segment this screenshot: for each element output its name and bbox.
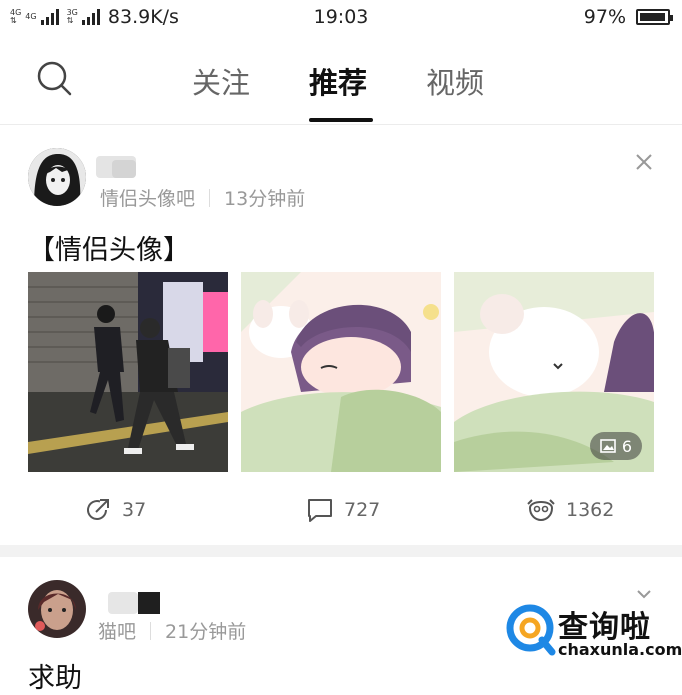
avatar[interactable] [28,580,86,638]
username-redacted [108,592,138,614]
comment-count: 727 [344,499,381,521]
avatar-image [28,148,86,206]
post-actions: 37 727 1362 [0,490,682,530]
street-photo [28,272,228,472]
comment-button[interactable]: 727 [306,496,380,524]
avatar[interactable] [28,148,86,206]
brand-logo-icon [506,604,556,656]
avatar-image [28,580,86,638]
brand-url: chaxunla.com [558,640,682,659]
close-icon[interactable] [634,152,654,172]
post-title[interactable]: 求助 [28,656,82,695]
illustration-image [241,272,441,472]
active-tab-indicator [309,118,373,122]
post-image[interactable] [241,272,441,472]
battery-percent: 97% [583,6,626,28]
tab-video[interactable]: 视频 [426,60,484,102]
battery-fill [640,13,666,21]
forum-name[interactable]: 情侣头像吧 [100,184,195,211]
post-image[interactable] [28,272,228,472]
username-redacted-2 [138,592,160,614]
battery-status: 97% [583,6,673,28]
post-title[interactable]: 【情侣头像】 [28,228,190,267]
like-icon [527,499,555,522]
status-bar: 4G ⇅ 4G 3G ⇅ 83.9K/s 19:03 97% [0,0,682,38]
image-count-badge: 6 [589,432,642,460]
image-count: 6 [621,436,632,456]
like-button[interactable]: 1362 [526,496,614,524]
post-time: 21分钟前 [165,621,247,643]
watermark: 查询啦 chaxunla.com [506,600,682,662]
like-count: 1362 [566,499,615,521]
post-divider [0,545,682,557]
post-time: 13分钟前 [224,188,306,210]
top-navigation: 关注 推荐 视频 [0,38,682,125]
battery-icon [636,9,673,25]
post-meta: 猫吧 21分钟前 [98,617,246,644]
tab-follow[interactable]: 关注 [192,60,250,102]
share-button[interactable]: 37 [84,496,146,524]
share-count: 37 [122,499,147,521]
post-images: 6 [28,272,654,472]
tab-recommend[interactable]: 推荐 [309,60,367,102]
forum-name[interactable]: 猫吧 [98,617,136,644]
share-icon [87,499,109,520]
clock: 19:03 [313,6,369,28]
post-meta: 情侣头像吧 13分钟前 [100,184,305,211]
comment-icon [308,499,332,522]
username-redacted-2 [112,160,136,178]
image-icon [600,439,616,453]
search-icon[interactable] [36,60,72,96]
post-image[interactable]: 6 [454,272,654,472]
